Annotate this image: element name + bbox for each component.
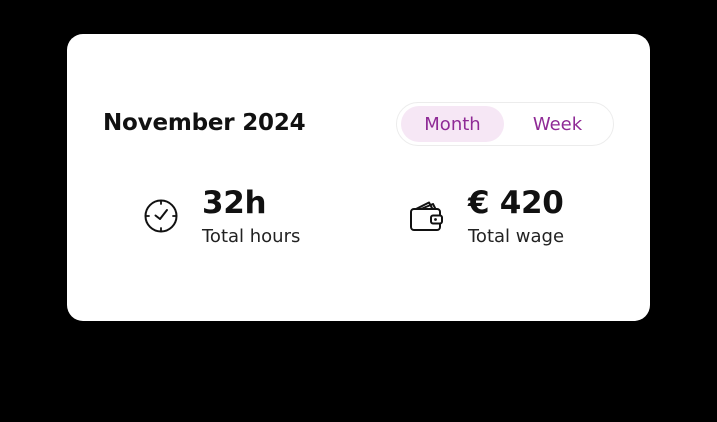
toggle-week[interactable]: Week: [506, 106, 609, 142]
total-hours-label: Total hours: [202, 226, 301, 247]
total-wage-value: € 420: [468, 185, 564, 221]
wallet-icon: [407, 196, 447, 236]
total-wage-stat: € 420 Total wage: [407, 184, 564, 249]
total-hours-value: 32h: [202, 185, 267, 221]
clock-icon: [141, 196, 181, 236]
period-title: November 2024: [103, 110, 306, 136]
summary-card: November 2024 Month Week 32h Total hours: [67, 34, 650, 321]
period-toggle: Month Week: [396, 102, 614, 146]
total-hours-stat: 32h Total hours: [141, 184, 300, 249]
toggle-month[interactable]: Month: [401, 106, 504, 142]
total-wage-label: Total wage: [468, 226, 565, 247]
